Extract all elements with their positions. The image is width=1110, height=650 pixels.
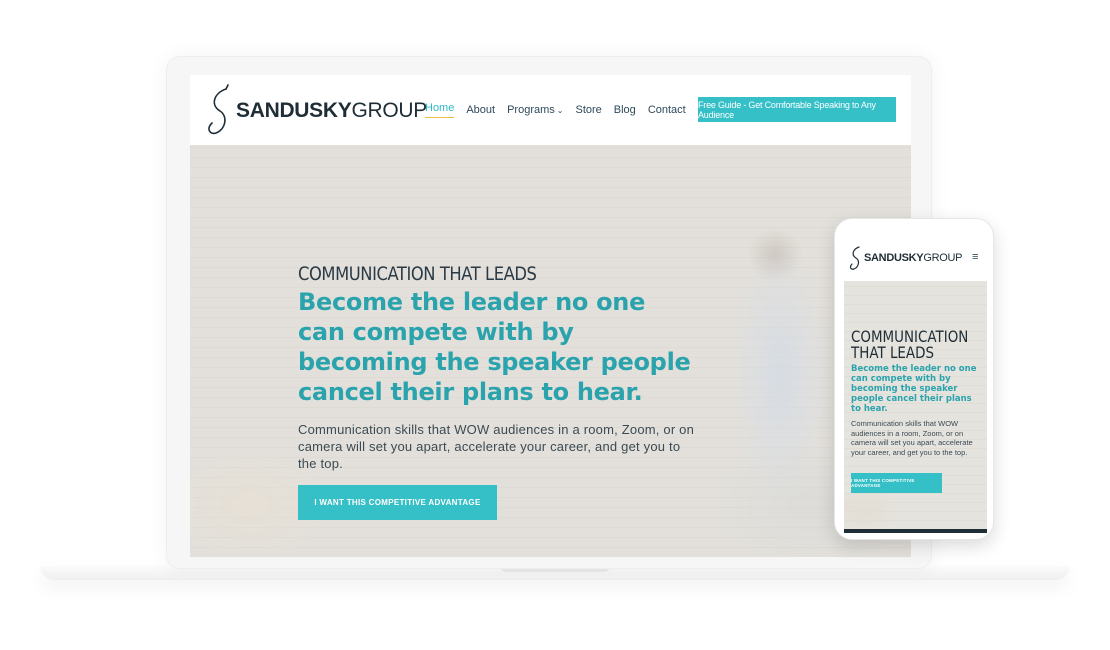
nav-item-blog[interactable]: Blog xyxy=(614,102,636,118)
phone-logo-text: SANDUSKYGROUP xyxy=(864,252,963,264)
phone-competitive-advantage-button[interactable]: I WANT THIS COMPETITIVE ADVANTAGE xyxy=(851,473,942,493)
phone-frame: SANDUSKYGROUP ≡ COMMUNICATION THAT LEADS… xyxy=(834,218,994,540)
hero-body-text: Communication skills that WOW audiences … xyxy=(298,422,695,471)
phone-screen: SANDUSKYGROUP ≡ COMMUNICATION THAT LEADS… xyxy=(844,233,987,533)
phone-hero-eyebrow: COMMUNICATION THAT LEADS xyxy=(851,327,969,362)
device-mockup-stage: SANDUSKYGROUP Home About Programs ⌄ Store… xyxy=(0,0,1110,650)
free-guide-button[interactable]: Free Guide - Get Comfortable Speaking to… xyxy=(698,97,896,122)
nav-item-programs[interactable]: Programs ⌄ xyxy=(507,102,563,118)
chevron-down-icon: ⌄ xyxy=(556,105,564,115)
laptop-screen: SANDUSKYGROUP Home About Programs ⌄ Store… xyxy=(190,75,911,557)
hero-eyebrow: COMMUNICATION THAT LEADS xyxy=(298,263,537,285)
phone-hero-content: COMMUNICATION THAT LEADS Become the lead… xyxy=(851,329,981,457)
phone-header: SANDUSKYGROUP ≡ xyxy=(844,233,987,281)
competitive-advantage-button[interactable]: I WANT THIS COMPETITIVE ADVANTAGE xyxy=(298,485,497,520)
phone-site-logo[interactable]: SANDUSKYGROUP xyxy=(848,243,962,273)
logo-swirl-icon xyxy=(208,84,229,135)
main-nav: Home About Programs ⌄ Store Blog Contact xyxy=(425,102,686,118)
nav-item-contact[interactable]: Contact xyxy=(648,102,686,118)
hero-section: COMMUNICATION THAT LEADS Become the lead… xyxy=(190,145,911,557)
site-header: SANDUSKYGROUP Home About Programs ⌄ Store… xyxy=(190,75,911,145)
logo-swirl-icon xyxy=(849,246,860,270)
phone-hero-section: COMMUNICATION THAT LEADS Become the lead… xyxy=(844,281,987,529)
hamburger-icon[interactable]: ≡ xyxy=(972,251,978,263)
phone-bottom-bar xyxy=(844,529,987,533)
phone-hero-headline: Become the leader no one can compete wit… xyxy=(851,364,977,414)
nav-item-about[interactable]: About xyxy=(466,102,495,118)
logo-text: SANDUSKYGROUP xyxy=(236,99,427,122)
nav-item-home[interactable]: Home xyxy=(425,102,455,118)
phone-hero-body-text: Communication skills that WOW audiences … xyxy=(851,419,973,457)
nav-item-store[interactable]: Store xyxy=(575,102,601,118)
site-logo[interactable]: SANDUSKYGROUP xyxy=(204,83,427,139)
hero-headline: Become the leader no one can compete wit… xyxy=(298,288,691,406)
nav-item-programs-label: Programs xyxy=(507,104,555,116)
hero-content: COMMUNICATION THAT LEADS Become the lead… xyxy=(298,263,698,472)
